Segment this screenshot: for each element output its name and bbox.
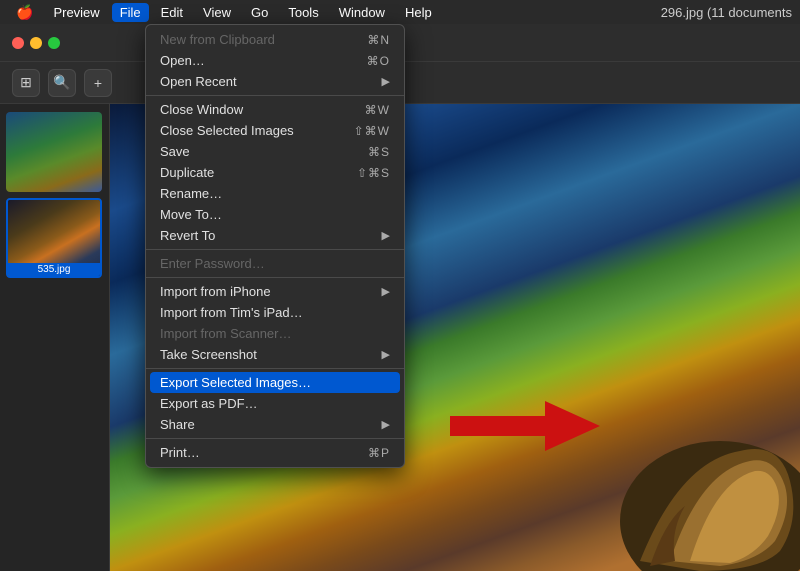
menu-take-screenshot[interactable]: Take Screenshot ▶: [146, 344, 404, 365]
menu-duplicate[interactable]: Duplicate ⇧⌘S: [146, 162, 404, 183]
menu-move-to-label: Move To…: [160, 207, 222, 222]
menu-import-ipad-label: Import from Tim's iPad…: [160, 305, 303, 320]
menu-close-selected[interactable]: Close Selected Images ⇧⌘W: [146, 120, 404, 141]
menu-open[interactable]: Open… ⌘O: [146, 50, 404, 71]
menu-import-scanner: Import from Scanner…: [146, 323, 404, 344]
separator-3: [146, 277, 404, 278]
menu-close-window-shortcut: ⌘W: [365, 103, 390, 117]
menu-save-label: Save: [160, 144, 190, 159]
menu-export-pdf[interactable]: Export as PDF…: [146, 393, 404, 414]
menu-share[interactable]: Share ▶: [146, 414, 404, 435]
menu-close-selected-label: Close Selected Images: [160, 123, 294, 138]
menu-import-ipad[interactable]: Import from Tim's iPad…: [146, 302, 404, 323]
menu-import-iphone[interactable]: Import from iPhone ▶: [146, 281, 404, 302]
separator-5: [146, 438, 404, 439]
menu-print[interactable]: Print… ⌘P: [146, 442, 404, 463]
menu-revert-to[interactable]: Revert To ▶: [146, 225, 404, 246]
menu-save[interactable]: Save ⌘S: [146, 141, 404, 162]
menu-open-recent[interactable]: Open Recent ▶: [146, 71, 404, 92]
menu-enter-password: Enter Password…: [146, 253, 404, 274]
menu-close-selected-shortcut: ⇧⌘W: [354, 124, 390, 138]
menu-duplicate-label: Duplicate: [160, 165, 214, 180]
screenshot-arrow-icon: ▶: [382, 348, 390, 361]
menu-open-label: Open…: [160, 53, 205, 68]
menu-print-label: Print…: [160, 445, 200, 460]
menu-open-recent-label: Open Recent: [160, 74, 237, 89]
menu-move-to[interactable]: Move To…: [146, 204, 404, 225]
menu-close-window-label: Close Window: [160, 102, 243, 117]
menu-rename[interactable]: Rename…: [146, 183, 404, 204]
open-recent-arrow-icon: ▶: [382, 75, 390, 88]
menu-new-clipboard-shortcut: ⌘N: [367, 33, 390, 47]
dropdown-overlay: New from Clipboard ⌘N Open… ⌘O Open Rece…: [0, 0, 800, 571]
menu-save-shortcut: ⌘S: [368, 145, 390, 159]
menu-print-shortcut: ⌘P: [368, 446, 390, 460]
menu-close-window[interactable]: Close Window ⌘W: [146, 99, 404, 120]
menu-export-selected-label: Export Selected Images…: [160, 375, 311, 390]
menu-new-clipboard-label: New from Clipboard: [160, 32, 275, 47]
revert-arrow-icon: ▶: [382, 229, 390, 242]
separator-2: [146, 249, 404, 250]
menu-import-iphone-label: Import from iPhone: [160, 284, 271, 299]
menu-share-label: Share: [160, 417, 195, 432]
separator-4: [146, 368, 404, 369]
menu-enter-password-label: Enter Password…: [160, 256, 265, 271]
import-iphone-arrow-icon: ▶: [382, 285, 390, 298]
separator-1: [146, 95, 404, 96]
menu-export-pdf-label: Export as PDF…: [160, 396, 258, 411]
menu-duplicate-shortcut: ⇧⌘S: [357, 166, 390, 180]
menu-rename-label: Rename…: [160, 186, 222, 201]
menu-import-scanner-label: Import from Scanner…: [160, 326, 292, 341]
share-arrow-icon: ▶: [382, 418, 390, 431]
menu-export-selected[interactable]: Export Selected Images…: [150, 372, 400, 393]
file-menu: New from Clipboard ⌘N Open… ⌘O Open Rece…: [145, 24, 405, 468]
menu-take-screenshot-label: Take Screenshot: [160, 347, 257, 362]
menu-new-clipboard: New from Clipboard ⌘N: [146, 29, 404, 50]
menu-open-shortcut: ⌘O: [367, 54, 390, 68]
menu-revert-to-label: Revert To: [160, 228, 215, 243]
